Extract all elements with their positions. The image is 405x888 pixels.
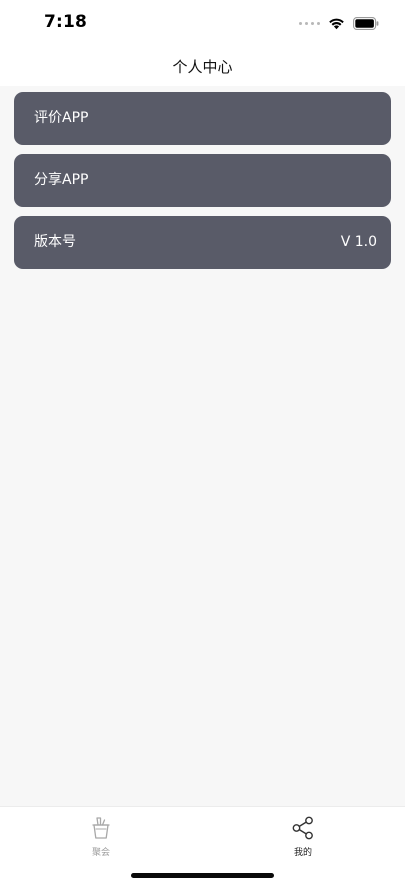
home-indicator[interactable] bbox=[131, 873, 274, 878]
version-row[interactable]: 版本号 V 1.0 bbox=[14, 216, 391, 269]
status-bar: 7:18 bbox=[0, 0, 405, 46]
status-icons bbox=[299, 15, 379, 31]
share-app-label: 分享APP bbox=[34, 172, 89, 188]
menu-list: 评价APP 分享APP 版本号 V 1.0 bbox=[14, 92, 391, 278]
wifi-icon bbox=[329, 18, 344, 29]
version-label: 版本号 bbox=[34, 234, 76, 250]
share-icon bbox=[292, 816, 313, 840]
tab-gathering-label: 聚会 bbox=[91, 848, 110, 858]
drink-bucket-icon bbox=[92, 817, 110, 839]
battery-icon bbox=[353, 16, 379, 30]
version-value: V 1.0 bbox=[340, 234, 377, 250]
header-area: 7:18 个人中心 bbox=[0, 0, 405, 86]
tab-mine[interactable]: 我的 bbox=[263, 815, 343, 863]
rate-app-label: 评价APP bbox=[34, 110, 89, 126]
page-title: 个人中心 bbox=[172, 58, 233, 76]
share-app-row[interactable]: 分享APP bbox=[14, 154, 391, 207]
tab-gathering[interactable]: 聚会 bbox=[61, 815, 141, 863]
tab-mine-label: 我的 bbox=[293, 848, 312, 858]
status-time: 7:18 bbox=[44, 12, 88, 32]
rate-app-row[interactable]: 评价APP bbox=[14, 92, 391, 145]
cellular-signal-icon bbox=[299, 21, 320, 25]
